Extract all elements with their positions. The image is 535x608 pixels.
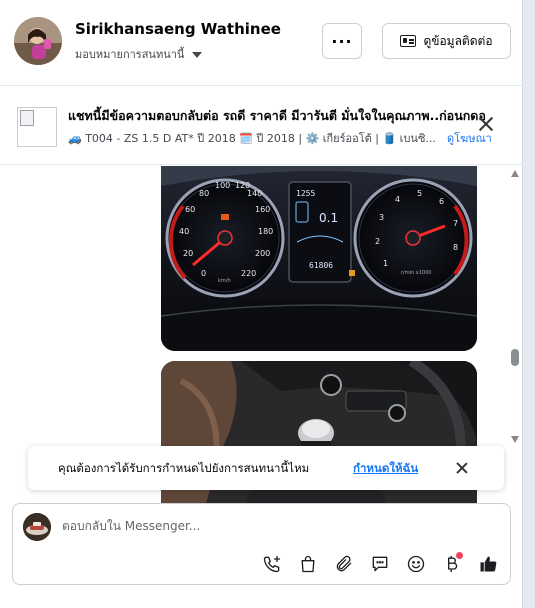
listing-banner: แชทนี้มีข้อความตอบกลับต่อ รถดี ราคาดี มี… xyxy=(0,87,523,165)
listing-title: แชทนี้มีข้อความตอบกลับต่อ รถดี ราคาดี มี… xyxy=(68,108,486,123)
messenger-panel: Sirikhansaeng Wathinee มอบหมายการสนทนานี… xyxy=(0,0,523,608)
left-dial-tick: 0 xyxy=(201,269,206,278)
left-dial-tick: 20 xyxy=(183,249,193,258)
close-icon[interactable] xyxy=(456,462,468,474)
assign-conversation-dropdown[interactable]: มอบหมายการสนทนานี้ xyxy=(75,45,203,63)
left-dial-tick: 140 xyxy=(247,189,262,198)
left-dial-tick: 200 xyxy=(255,249,270,258)
dashboard-photo[interactable]: 0 20 40 60 80 100 120 140 160 180 200 22… xyxy=(161,166,477,351)
broken-image-icon xyxy=(20,110,34,126)
conversation-header: Sirikhansaeng Wathinee มอบหมายการสนทนานี… xyxy=(0,0,523,86)
left-dial-tick: 60 xyxy=(185,205,195,214)
listing-thumbnail[interactable] xyxy=(17,107,57,147)
left-dial-tick: 80 xyxy=(199,189,209,198)
assign-prompt-text: คุณต้องการได้รับการกำหนดไปยังการสนทนานี้… xyxy=(58,461,310,475)
right-dial-unit: r/min x1000 xyxy=(401,270,431,276)
reply-input[interactable] xyxy=(62,519,482,533)
caret-down-icon xyxy=(192,51,203,58)
left-dial-tick: 160 xyxy=(255,205,270,214)
right-dial-tick: 6 xyxy=(439,197,444,206)
contact-name[interactable]: Sirikhansaeng Wathinee xyxy=(75,20,281,38)
listing-subtitle: 🚙 T004 - ZS 1.5 D AT* ปี 2018 🗓️ ปี 2018… xyxy=(68,132,436,145)
assign-prompt-toast: คุณต้องการได้รับการกำหนดไปยังการสนทนานี้… xyxy=(28,446,504,490)
more-options-button[interactable]: ··· xyxy=(322,23,362,59)
left-dial-tick: 100 xyxy=(215,181,230,190)
more-icon: ··· xyxy=(331,31,353,51)
notification-dot xyxy=(456,552,463,559)
left-dial-tick: 180 xyxy=(258,227,273,236)
smiley-icon[interactable] xyxy=(404,552,428,576)
gear-reading: 0.1 xyxy=(319,211,338,225)
scroll-down-arrow-icon[interactable] xyxy=(511,436,519,443)
paperclip-icon[interactable] xyxy=(332,552,356,576)
right-dial-tick: 2 xyxy=(375,237,380,246)
close-icon[interactable] xyxy=(478,116,494,132)
right-dial-tick: 4 xyxy=(395,195,400,204)
view-contact-label: ดูข้อมูลติดต่อ xyxy=(423,33,493,48)
avatar[interactable] xyxy=(14,17,62,65)
assign-conversation-label: มอบหมายการสนทนานี้ xyxy=(75,48,185,61)
right-dial-tick: 7 xyxy=(453,219,458,228)
left-dial-tick: 40 xyxy=(179,227,189,236)
scrollbar-thumb[interactable] xyxy=(511,349,519,366)
page-avatar xyxy=(23,513,51,541)
right-dial-tick: 1 xyxy=(383,259,388,268)
reply-composer xyxy=(12,503,511,585)
window-edge xyxy=(523,0,535,608)
chat-bubble-icon[interactable] xyxy=(368,552,392,576)
right-dial-tick: 5 xyxy=(417,189,422,198)
id-card-icon xyxy=(400,35,417,47)
scroll-up-arrow-icon[interactable] xyxy=(511,170,519,177)
baht-icon[interactable] xyxy=(440,552,464,576)
assign-to-me-link[interactable]: กำหนดให้ฉัน xyxy=(353,460,418,478)
thumbs-up-icon[interactable] xyxy=(476,552,500,576)
odometer-reading: 61806 xyxy=(309,261,333,270)
phone-plus-icon[interactable] xyxy=(260,552,284,576)
right-dial-tick: 3 xyxy=(379,213,384,222)
shopping-bag-icon[interactable] xyxy=(296,552,320,576)
right-dial-tick: 8 xyxy=(453,243,458,252)
view-contact-button[interactable]: ดูข้อมูลติดต่อ xyxy=(382,23,511,59)
left-dial-unit: km/h xyxy=(218,278,231,284)
composer-toolbar xyxy=(260,552,500,576)
trip-reading: 1255 xyxy=(296,189,315,198)
left-dial-tick: 220 xyxy=(241,269,256,278)
